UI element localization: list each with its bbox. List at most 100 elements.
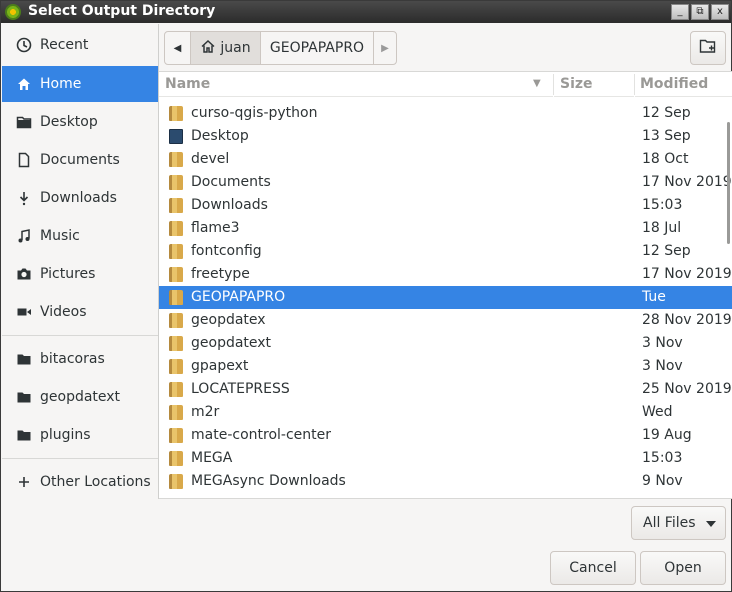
new-folder-icon: [699, 38, 717, 58]
file-name: MEGAsync Downloads: [191, 473, 346, 489]
file-row[interactable]: Desktop 13 Sep: [159, 125, 732, 148]
sidebar-item-geopdatext[interactable]: geopdatext: [2, 379, 158, 415]
folder-icon: [169, 290, 183, 305]
file-name: LOCATEPRESS: [191, 381, 290, 397]
sidebar-item-videos[interactable]: Videos: [2, 294, 158, 330]
home-icon: [15, 76, 33, 92]
maximize-button[interactable]: ⧉: [691, 4, 709, 20]
title-bar[interactable]: Select Output Directory _ ⧉ x: [1, 1, 731, 23]
chevron-right-icon: ▶: [381, 42, 389, 54]
path-forward-button[interactable]: ▶: [374, 32, 396, 64]
file-row[interactable]: m2r Wed: [159, 401, 732, 424]
sidebar-item-label: plugins: [40, 427, 91, 443]
sidebar-item-label: Recent: [40, 37, 89, 53]
file-row[interactable]: MEGAsync Downloads 9 Nov: [159, 470, 732, 493]
file-row[interactable]: devel 18 Oct: [159, 148, 732, 171]
path-bar: ◀ juan GEOPAPAPRO ▶: [164, 31, 397, 65]
file-filter-dropdown[interactable]: All Files: [631, 506, 726, 540]
folder-icon: [169, 267, 183, 282]
file-row[interactable]: geopdatext 3 Nov: [159, 332, 732, 355]
file-row[interactable]: mate-control-center 19 Aug: [159, 424, 732, 447]
cancel-button[interactable]: Cancel: [550, 551, 636, 585]
chevron-left-icon: ◀: [173, 42, 182, 54]
file-name: geopdatext: [191, 335, 272, 351]
folder-icon: [169, 405, 183, 420]
sidebar-item-bitacoras[interactable]: bitacoras: [2, 341, 158, 377]
file-modified: 12 Sep: [642, 243, 691, 259]
sidebar-item-music[interactable]: Music: [2, 218, 158, 254]
file-row[interactable]: Documents 17 Nov 2019: [159, 171, 732, 194]
file-row[interactable]: geopdatex 28 Nov 2019: [159, 309, 732, 332]
folder-icon: [169, 106, 183, 121]
folder-icon: [169, 313, 183, 328]
path-button-current[interactable]: GEOPAPAPRO: [261, 32, 374, 64]
sidebar-item-label: Music: [40, 228, 80, 244]
clock-icon: [15, 37, 33, 53]
close-button[interactable]: x: [711, 4, 729, 20]
file-row[interactable]: MEGA 15:03: [159, 447, 732, 470]
sidebar-item-recent[interactable]: Recent: [2, 27, 158, 63]
file-name: curso-qgis-python: [191, 105, 318, 121]
file-modified: 17 Nov 2019: [642, 266, 732, 282]
folder-icon: [169, 152, 183, 167]
sidebar-item-home[interactable]: Home: [2, 66, 158, 102]
document-icon: [15, 152, 33, 168]
sidebar-item-pictures[interactable]: Pictures: [2, 256, 158, 292]
file-modified: 19 Aug: [642, 427, 692, 443]
file-name: geopdatex: [191, 312, 266, 328]
sidebar-divider: [2, 335, 158, 336]
create-folder-button[interactable]: [690, 31, 726, 65]
file-row[interactable]: freetype 17 Nov 2019: [159, 263, 732, 286]
file-row[interactable]: LOCATEPRESS 25 Nov 2019: [159, 378, 732, 401]
file-name: mate-control-center: [191, 427, 331, 443]
file-modified: Tue: [642, 289, 666, 305]
sidebar-item-documents[interactable]: Documents: [2, 142, 158, 178]
sidebar-item-downloads[interactable]: Downloads: [2, 180, 158, 216]
sidebar-item-label: Pictures: [40, 266, 96, 282]
folder-icon: [169, 336, 183, 351]
file-row[interactable]: GEOPAPAPRO Tue: [159, 286, 732, 309]
file-row[interactable]: fontconfig 12 Sep: [159, 240, 732, 263]
file-modified: 13 Sep: [642, 128, 691, 144]
music-icon: [15, 228, 33, 244]
file-modified: 15:03: [642, 197, 683, 213]
file-name: devel: [191, 151, 230, 167]
folder-icon: [169, 175, 183, 190]
sidebar-item-other-locations[interactable]: Other Locations: [2, 464, 158, 500]
file-name: Downloads: [191, 197, 268, 213]
column-header-name[interactable]: Name ▼: [159, 72, 553, 97]
minimize-button[interactable]: _: [671, 4, 689, 20]
home-icon: [200, 38, 216, 58]
file-row[interactable]: flame3 18 Jul: [159, 217, 732, 240]
path-back-button[interactable]: ◀: [165, 32, 191, 64]
file-modified: 18 Oct: [642, 151, 689, 167]
sidebar-item-label: Videos: [40, 304, 87, 320]
file-row[interactable]: gpapext 3 Nov: [159, 355, 732, 378]
file-modified: 3 Nov: [642, 358, 683, 374]
desktop-folder-icon: [15, 114, 33, 130]
sidebar-item-plugins[interactable]: plugins: [2, 417, 158, 453]
path-button-home[interactable]: juan: [191, 32, 261, 64]
download-icon: [15, 190, 33, 206]
column-header-modified[interactable]: Modified: [635, 72, 732, 97]
file-modified: 28 Nov 2019: [642, 312, 732, 328]
sidebar-item-desktop[interactable]: Desktop: [2, 104, 158, 140]
vertical-scrollbar[interactable]: [727, 122, 730, 244]
file-row[interactable]: curso-qgis-python 12 Sep: [159, 102, 732, 125]
window-title: Select Output Directory: [28, 3, 216, 19]
file-name: gpapext: [191, 358, 249, 374]
column-header-size[interactable]: Size: [554, 72, 634, 97]
path-current-label: GEOPAPAPRO: [269, 40, 365, 56]
folder-icon: [15, 351, 33, 367]
file-list[interactable]: Name ▼ Size Modified curso-qgis-python 12…: [159, 71, 732, 499]
file-chooser-dialog: Select Output Directory _ ⧉ x Recent Hom…: [0, 0, 732, 592]
sidebar-item-label: Documents: [40, 152, 120, 168]
plus-icon: [15, 474, 33, 490]
video-icon: [15, 304, 33, 320]
file-modified: 25 Nov 2019: [642, 381, 732, 397]
file-row[interactable]: Downloads 15:03: [159, 194, 732, 217]
path-home-label: juan: [220, 40, 251, 56]
folder-icon: [169, 198, 183, 213]
sidebar-item-label: Other Locations: [40, 474, 151, 490]
open-button[interactable]: Open: [640, 551, 726, 585]
